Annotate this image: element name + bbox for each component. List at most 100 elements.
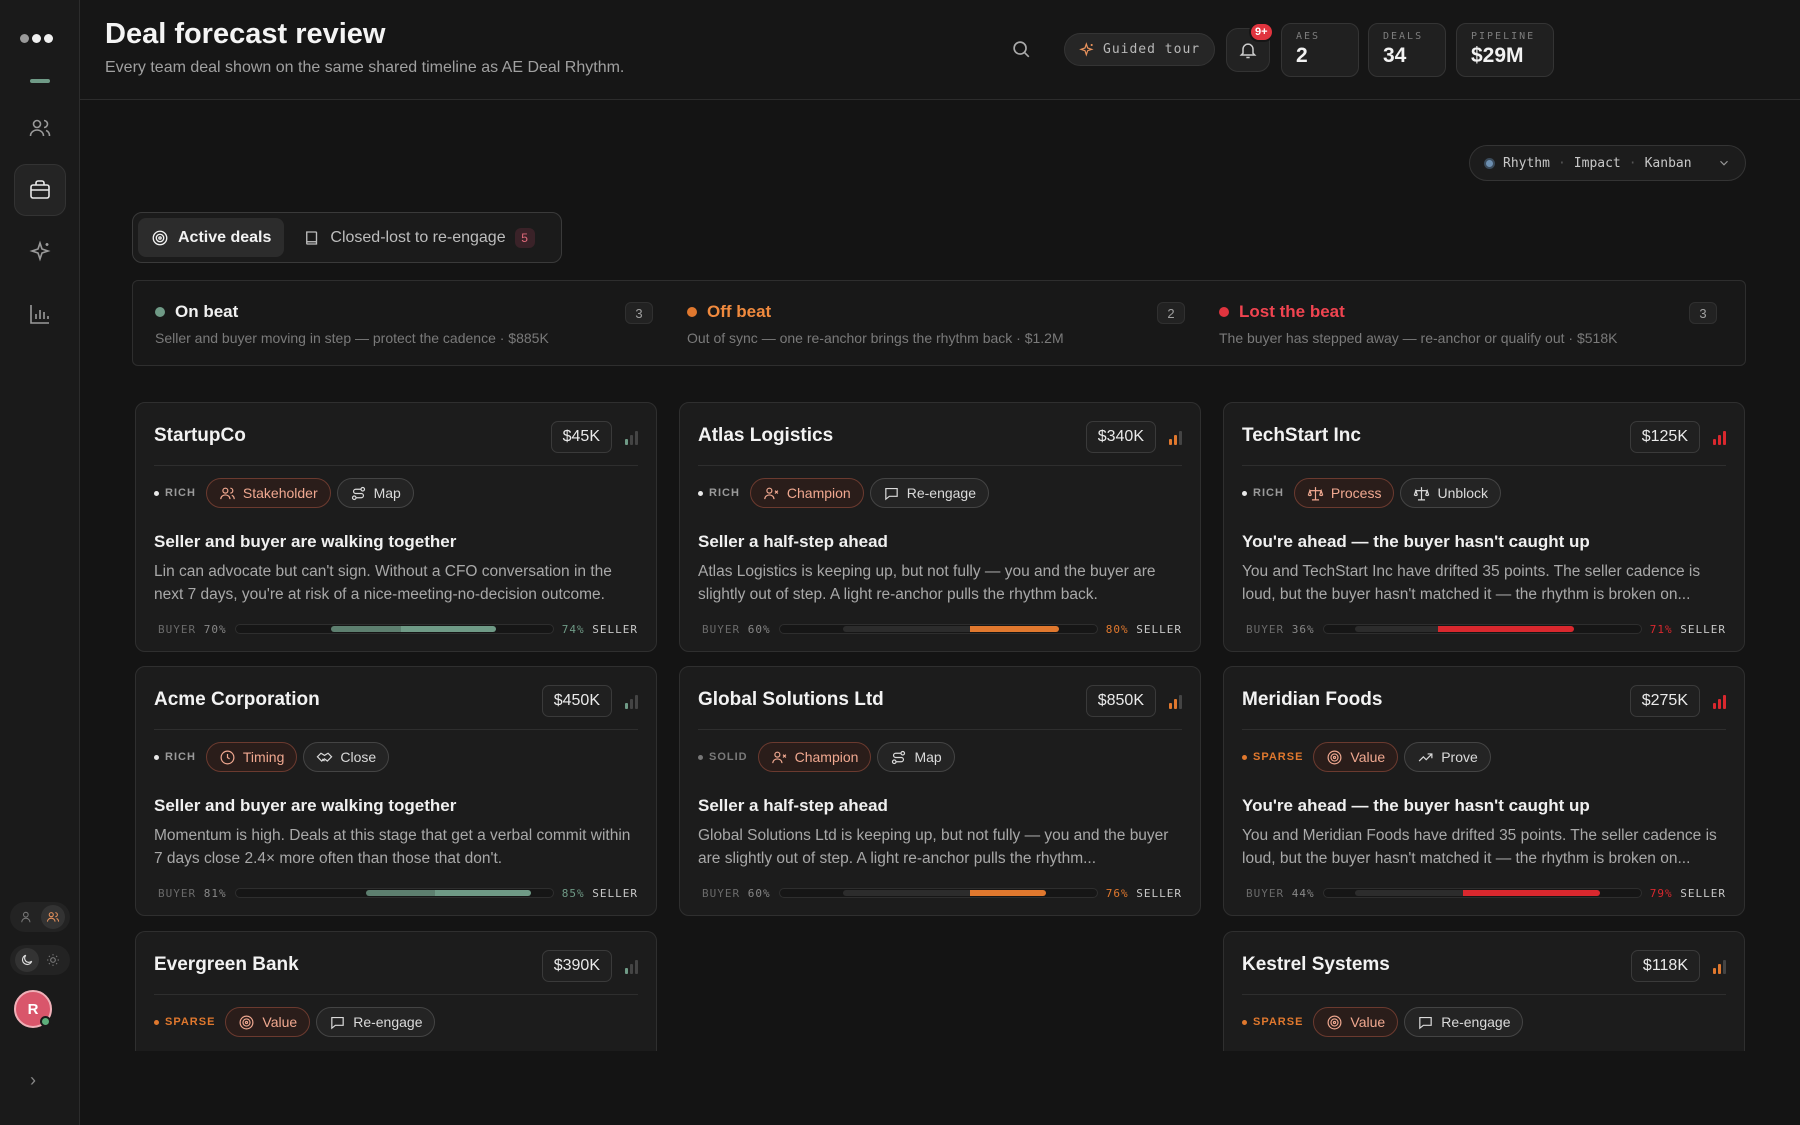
- beat-title: Off beat: [707, 302, 772, 321]
- moon-icon[interactable]: [15, 948, 39, 972]
- view-option-rhythm[interactable]: Rhythm: [1503, 156, 1550, 171]
- tab-active-deals[interactable]: Active deals: [138, 218, 285, 257]
- deal-card[interactable]: Kestrel Systems $118K SPARSE Value Re-engage: [1223, 931, 1745, 1051]
- seller-score-label: 80% SELLER: [1105, 622, 1182, 636]
- focus-chip[interactable]: Champion: [749, 478, 864, 508]
- beat-count: 3: [625, 302, 653, 324]
- deal-card[interactable]: Evergreen Bank $390K SPARSE Value Re-engage: [135, 931, 657, 1051]
- beat-title: Lost the beat: [1239, 302, 1345, 321]
- action-chip[interactable]: Map: [877, 742, 955, 772]
- action-chip[interactable]: Unblock: [1400, 478, 1502, 508]
- focus-chip[interactable]: Value: [1313, 1007, 1399, 1037]
- seller-fill: [969, 626, 1059, 632]
- sidebar-item-insights[interactable]: [14, 226, 66, 278]
- guided-tour-button[interactable]: Guided tour: [1064, 33, 1216, 66]
- target-icon: [1327, 1015, 1342, 1029]
- view-option-impact[interactable]: Impact: [1574, 156, 1621, 171]
- signal-strength-icon: [1169, 430, 1182, 445]
- sidebar-item-team[interactable]: [14, 102, 66, 154]
- sun-icon[interactable]: [41, 948, 65, 972]
- action-chip[interactable]: Map: [336, 478, 414, 508]
- deal-tags: RICH Timing Close: [154, 742, 390, 772]
- buyer-fill: [365, 890, 436, 896]
- beat-description: The buyer has stepped away — re-anchor o…: [1219, 330, 1618, 346]
- divider: [154, 994, 638, 995]
- deal-card[interactable]: TechStart Inc $125K RICH Process Unblock You'…: [1223, 402, 1745, 652]
- stat-label: AES: [1296, 31, 1321, 42]
- team-mode-toggle[interactable]: [10, 902, 70, 932]
- data-richness-badge: SPARSE: [1242, 1016, 1303, 1028]
- action-chip[interactable]: Re-engage: [869, 478, 989, 508]
- focus-chip[interactable]: Champion: [757, 742, 872, 772]
- deal-headline: Seller and buyer are walking together: [154, 796, 457, 815]
- beat-on-beat[interactable]: On beat Seller and buyer moving in step …: [133, 281, 653, 367]
- action-chip[interactable]: Re-engage: [1404, 1007, 1524, 1037]
- guided-tour-label: Guided tour: [1103, 42, 1201, 57]
- focus-chip[interactable]: Value: [225, 1007, 311, 1037]
- users-icon[interactable]: [41, 905, 65, 929]
- buyer-fill: [843, 890, 970, 896]
- focus-chip[interactable]: Stakeholder: [205, 478, 331, 508]
- status-dot: [687, 307, 697, 317]
- scale-icon: [1414, 486, 1430, 500]
- deal-card[interactable]: Atlas Logistics $340K RICH Champion Re-engag…: [679, 402, 1201, 652]
- deal-tabs: Active deals Closed-lost to re-engage 5: [132, 212, 562, 263]
- focus-chip[interactable]: Process: [1293, 478, 1395, 508]
- deal-amount: $850K: [1085, 685, 1156, 717]
- action-chip[interactable]: Close: [303, 742, 390, 772]
- expand-sidebar-chevron-icon[interactable]: ›: [30, 1070, 36, 1091]
- app-menu-icon[interactable]: [20, 34, 53, 43]
- trend-icon: [1418, 752, 1433, 761]
- buyer-fill: [843, 626, 970, 632]
- buyer-score-label: BUYER 60%: [702, 886, 771, 900]
- online-status-dot: [40, 1016, 51, 1027]
- rhythm-meter: BUYER 60% 76% SELLER: [702, 885, 1182, 901]
- tab-closed-lost[interactable]: Closed-lost to re-engage 5: [290, 218, 547, 257]
- scale-icon: [1307, 486, 1324, 500]
- seller-fill: [435, 890, 531, 896]
- deal-summary: Lin can advocate but can't sign. Without…: [154, 563, 612, 603]
- data-richness-badge: SOLID: [698, 751, 748, 763]
- buyer-fill: [1355, 626, 1438, 632]
- clock-icon: [220, 750, 235, 764]
- sidebar-item-deals[interactable]: [14, 164, 66, 216]
- data-richness-badge: RICH: [154, 751, 196, 763]
- page-subtitle: Every team deal shown on the same shared…: [105, 59, 625, 76]
- divider: [154, 729, 638, 730]
- theme-toggle[interactable]: [10, 945, 70, 975]
- focus-chip[interactable]: Value: [1313, 742, 1399, 772]
- action-chip[interactable]: Re-engage: [316, 1007, 436, 1037]
- user-icon[interactable]: [15, 905, 39, 929]
- seller-score-label: 74% SELLER: [561, 622, 638, 636]
- focus-chip[interactable]: Timing: [205, 742, 298, 772]
- message-icon: [884, 487, 898, 500]
- beat-off-beat[interactable]: Off beat Out of sync — one re-anchor bri…: [665, 281, 1185, 367]
- status-dot: [155, 307, 165, 317]
- rhythm-track: [234, 624, 554, 634]
- deal-amount: $450K: [541, 685, 612, 717]
- stat-deals: DEALS 34: [1368, 23, 1446, 77]
- action-chip[interactable]: Prove: [1404, 742, 1491, 772]
- stat-value: $29M: [1471, 44, 1524, 67]
- signal-strength-icon: [625, 430, 638, 445]
- sidebar-item-analytics[interactable]: [14, 288, 66, 340]
- stat-value: 2: [1296, 44, 1308, 67]
- view-option-kanban[interactable]: Kanban: [1645, 156, 1692, 171]
- stat-label: PIPELINE: [1471, 31, 1536, 42]
- rhythm-meter: BUYER 70% 74% SELLER: [158, 621, 638, 637]
- briefcase-icon: [30, 180, 50, 199]
- deal-tags: RICH Process Unblock: [1242, 478, 1502, 508]
- search-icon[interactable]: [1010, 38, 1032, 60]
- deal-card[interactable]: Acme Corporation $450K RICH Timing Close Sell…: [135, 666, 657, 916]
- beat-lost-the-beat[interactable]: Lost the beat The buyer has stepped away…: [1197, 281, 1717, 367]
- divider: [698, 465, 1182, 466]
- deal-card[interactable]: Global Solutions Ltd $850K SOLID Champion Ma…: [679, 666, 1201, 916]
- deal-card[interactable]: StartupCo $45K RICH Stakeholder Map Seller an…: [135, 402, 657, 652]
- view-switcher[interactable]: Rhythm · Impact · Kanban: [1469, 145, 1746, 181]
- header: Deal forecast review Every team deal sho…: [80, 0, 1800, 100]
- deal-card[interactable]: Meridian Foods $275K SPARSE Value Prove You'r…: [1223, 666, 1745, 916]
- deal-tags: RICH Champion Re-engage: [698, 478, 989, 508]
- seller-fill: [1437, 626, 1575, 632]
- buyer-score-label: BUYER 60%: [702, 622, 771, 636]
- seller-fill: [969, 890, 1047, 896]
